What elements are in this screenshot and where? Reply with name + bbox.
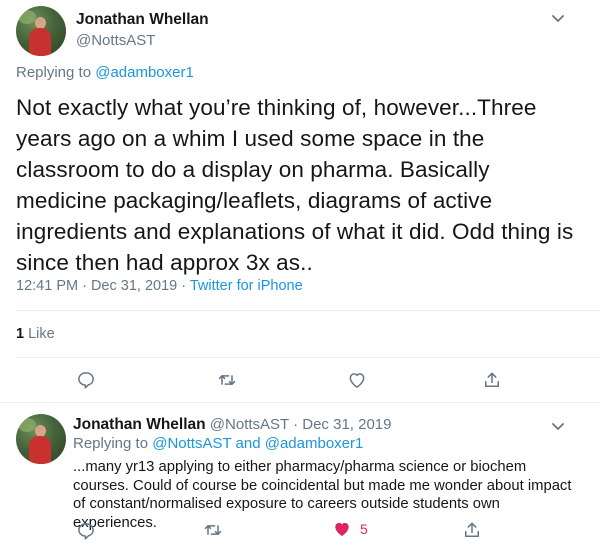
replying-to: Replying to @NottsAST and @adamboxer1 bbox=[73, 435, 363, 452]
reply-like-count: 5 bbox=[360, 521, 368, 537]
reply-header: Jonathan Whellan @NottsAST · Dec 31, 201… bbox=[73, 416, 392, 434]
reply-button[interactable] bbox=[75, 520, 97, 542]
tweet-timestamp: 12:41 PM · Dec 31, 2019 · Twitter for iP… bbox=[16, 278, 303, 294]
timestamp[interactable]: 12:41 PM · Dec 31, 2019 · bbox=[16, 278, 190, 294]
like-number: 1 bbox=[16, 326, 25, 342]
share-icon bbox=[465, 522, 479, 537]
heart-icon bbox=[349, 373, 365, 388]
divider bbox=[0, 402, 600, 403]
divider bbox=[16, 310, 600, 311]
chevron-down-icon[interactable] bbox=[548, 8, 568, 28]
replying-and: and bbox=[231, 435, 265, 452]
tweet-text: Not exactly what you’re thinking of, how… bbox=[16, 95, 574, 275]
mention-link[interactable]: @NottsAST bbox=[152, 435, 231, 452]
heart-icon bbox=[335, 522, 349, 537]
retweet-icon bbox=[218, 375, 236, 385]
chevron-down-icon[interactable] bbox=[548, 416, 568, 436]
mention-link[interactable]: @adamboxer1 bbox=[95, 64, 194, 81]
share-button[interactable] bbox=[461, 519, 483, 541]
replying-label: Replying to bbox=[73, 435, 153, 452]
replying-to: Replying to @adamboxer1 bbox=[16, 64, 194, 81]
avatar[interactable] bbox=[16, 414, 66, 464]
author-meta[interactable]: @NottsAST · Dec 31, 2019 bbox=[206, 416, 392, 433]
author-name[interactable]: Jonathan Whellan bbox=[73, 416, 206, 433]
retweet-button[interactable] bbox=[202, 519, 224, 541]
like-button[interactable] bbox=[331, 518, 353, 540]
reply-button[interactable] bbox=[75, 369, 97, 391]
like-count[interactable]: 1 Like bbox=[16, 326, 55, 342]
like-button[interactable] bbox=[346, 369, 368, 391]
source-link[interactable]: Twitter for iPhone bbox=[190, 278, 303, 294]
share-icon bbox=[485, 372, 499, 387]
share-button[interactable] bbox=[481, 369, 503, 391]
replying-label: Replying to bbox=[16, 64, 96, 81]
retweet-button[interactable] bbox=[216, 369, 238, 391]
retweet-icon bbox=[204, 525, 222, 535]
author-name[interactable]: Jonathan Whellan bbox=[76, 11, 209, 29]
speech-bubble-icon bbox=[78, 372, 94, 389]
divider bbox=[16, 357, 600, 358]
reply-text: ...many yr13 applying to either pharmacy… bbox=[73, 459, 572, 531]
like-label: Like bbox=[24, 326, 55, 342]
avatar[interactable] bbox=[16, 6, 66, 56]
speech-bubble-icon bbox=[78, 523, 94, 540]
mention-link[interactable]: @adamboxer1 bbox=[265, 435, 364, 452]
author-handle[interactable]: @NottsAST bbox=[76, 32, 155, 49]
